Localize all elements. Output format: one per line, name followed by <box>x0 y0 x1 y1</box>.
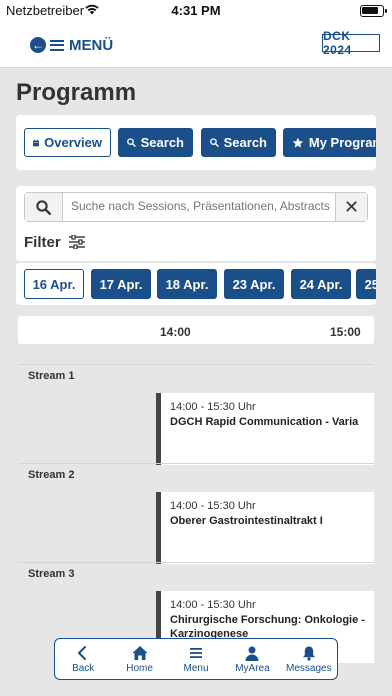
clock: 4:31 PM <box>171 3 221 18</box>
time-label: 14:00 <box>160 325 191 339</box>
tab-search-2-label: Search <box>223 135 267 150</box>
search-input[interactable] <box>71 199 335 213</box>
calendar-icon <box>33 139 40 146</box>
time-label: 15:00 <box>330 325 361 339</box>
search-submit-button[interactable] <box>25 193 63 221</box>
search-panel: ✕ Filter <box>16 186 376 261</box>
nav-myarea[interactable]: MyArea <box>224 639 280 679</box>
stream-divider <box>18 562 374 563</box>
filter-toggle[interactable]: Filter <box>24 232 85 252</box>
date-button-5[interactable]: 24 Apr. <box>291 269 351 299</box>
search-icon <box>210 138 219 147</box>
clear-search-button[interactable]: ✕ <box>335 193 367 221</box>
tab-search[interactable]: Search <box>118 128 193 157</box>
date-label: 18 Apr. <box>165 276 209 292</box>
nav-label: Back <box>72 662 95 674</box>
menu-button[interactable]: ← MENÜ <box>30 34 113 56</box>
nav-label: Home <box>126 662 153 674</box>
stream-divider <box>18 364 374 365</box>
nav-label: Menu <box>183 662 209 674</box>
sliders-icon <box>68 235 85 249</box>
chevron-left-icon <box>78 645 87 660</box>
timeline-header: 14:00 15:00 <box>18 316 374 344</box>
tabs-bar: Overview Search Search My Program <box>16 115 376 170</box>
session-time: 14:00 - 15:30 Uhr <box>170 500 256 512</box>
nav-label: MyArea <box>235 662 270 674</box>
user-icon <box>245 646 259 661</box>
nav-menu[interactable]: Menu <box>168 639 224 679</box>
session-time: 14:00 - 15:30 Uhr <box>170 599 256 611</box>
tab-search-label: Search <box>140 135 184 150</box>
star-icon <box>292 137 304 148</box>
search-bar: ✕ <box>24 192 368 222</box>
session-card[interactable]: 14:00 - 15:30 Uhr DGCH Rapid Communicati… <box>156 393 374 465</box>
session-title: Oberer Gastrointestinaltrakt I <box>170 515 323 527</box>
tab-search-2[interactable]: Search <box>201 128 276 157</box>
session-title: DGCH Rapid Communication - Varia <box>170 416 359 428</box>
page-title: Programm <box>16 79 137 106</box>
date-label: 17 Apr. <box>99 276 143 292</box>
date-button-4[interactable]: 23 Apr. <box>224 269 284 299</box>
date-button-6[interactable]: 25 Apr. <box>356 269 376 299</box>
stream-label: Stream 3 <box>28 568 75 580</box>
date-label: 24 Apr. <box>299 276 343 292</box>
bell-icon <box>302 646 315 661</box>
session-card[interactable]: 14:00 - 15:30 Uhr Oberer Gastrointestina… <box>156 492 374 564</box>
menu-label: MENÜ <box>69 36 114 54</box>
date-label: 16 Apr. <box>32 276 76 292</box>
bottom-nav: Back Home Menu MyArea Messages <box>54 638 338 680</box>
home-icon <box>132 645 148 660</box>
session-time: 14:00 - 15:30 Uhr <box>170 401 256 413</box>
nav-back[interactable]: Back <box>55 639 111 679</box>
nav-label: Messages <box>286 662 332 674</box>
nav-messages[interactable]: Messages <box>281 639 337 679</box>
search-icon <box>36 199 51 215</box>
status-bar: Netzbetreiber 4:31 PM <box>0 0 392 22</box>
tab-my-program-label: My Program <box>308 135 376 150</box>
battery-icon <box>360 5 387 17</box>
date-button-2[interactable]: 17 Apr. <box>91 269 151 299</box>
date-label: 25 Apr. <box>364 276 376 292</box>
tab-overview-label: Overview <box>44 135 102 150</box>
search-icon <box>127 138 136 147</box>
date-button-1[interactable]: 16 Apr. <box>24 269 84 299</box>
tab-overview[interactable]: Overview <box>24 128 111 157</box>
filter-label: Filter <box>24 233 61 251</box>
close-icon: ✕ <box>343 196 360 217</box>
battery-fill <box>362 7 378 14</box>
date-button-3[interactable]: 18 Apr. <box>157 269 217 299</box>
stream-divider <box>18 463 374 464</box>
nav-home[interactable]: Home <box>111 639 167 679</box>
back-arrow-icon: ← <box>30 37 46 53</box>
date-label: 23 Apr. <box>232 276 276 292</box>
tab-my-program[interactable]: My Program <box>283 128 376 157</box>
date-selector: 16 Apr. 17 Apr. 18 Apr. 23 Apr. 24 Apr. … <box>16 263 376 305</box>
app-header: ← MENÜ DCK 2024 <box>0 22 392 68</box>
hamburger-icon <box>50 37 64 53</box>
stream-label: Stream 2 <box>28 469 75 481</box>
logo: DCK 2024 <box>322 29 380 57</box>
stream-label: Stream 1 <box>28 370 75 382</box>
menu-icon <box>190 647 203 658</box>
